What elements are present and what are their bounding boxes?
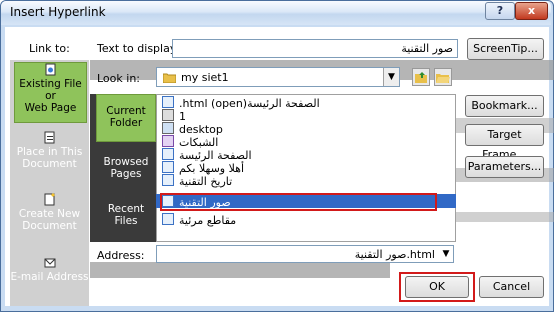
up-folder-button[interactable] <box>412 68 430 86</box>
document-anchor-icon <box>44 131 54 144</box>
close-button[interactable]: x <box>515 2 548 20</box>
list-item[interactable]: الصفحة الرئيسة <box>162 148 252 162</box>
nav-browsed-pages[interactable]: Browsed Pages <box>96 156 156 180</box>
shading-band <box>90 262 390 278</box>
html-file-icon <box>162 148 174 160</box>
nav-current-line1: Current <box>106 105 146 117</box>
list-item[interactable]: تاريخ التقنية <box>162 174 233 188</box>
list-item[interactable]: مقاطع مرئية <box>162 213 237 227</box>
email-icon <box>44 258 55 268</box>
list-item[interactable]: الشبكات <box>162 135 218 149</box>
nav-recent-files[interactable]: Recent Files <box>96 203 156 227</box>
list-item[interactable]: 1 <box>162 109 186 123</box>
address-label: Address: <box>97 249 145 262</box>
dialog-title: Insert Hyperlink <box>10 5 106 19</box>
folder-icon <box>163 73 176 83</box>
link-create-line1: Create New <box>18 208 81 220</box>
link-create-line2: Document <box>22 220 77 232</box>
nav-current-line2: Folder <box>109 117 143 129</box>
address-value: صور التقنية.html <box>354 248 435 261</box>
open-folder-icon <box>436 74 450 83</box>
link-existing-file[interactable]: Existing File or Web Page <box>14 62 87 123</box>
list-item[interactable]: .html (open)الصفحة الرئيسة <box>162 96 320 110</box>
shortcut-icon <box>162 122 174 134</box>
document-icon <box>162 135 174 147</box>
highlight-box <box>399 272 475 302</box>
link-to-label: Link to: <box>29 42 70 55</box>
file-name: تاريخ التقنية <box>179 175 233 188</box>
file-name: مقاطع مرئية <box>179 214 237 227</box>
text-to-display-label: Text to display: <box>97 42 179 55</box>
link-existing-line1: Existing File or <box>19 78 82 102</box>
link-email-line1: E-mail Address <box>10 271 89 283</box>
highlight-box <box>160 193 437 211</box>
link-place-line2: Document <box>22 158 77 170</box>
target-frame-button[interactable]: Target Frame... <box>465 124 544 161</box>
list-item[interactable]: desktop <box>162 122 223 136</box>
up-folder-icon <box>415 72 427 83</box>
html-file-icon <box>162 213 174 225</box>
chevron-down-icon[interactable]: ▼ <box>383 68 399 86</box>
text-to-display-input[interactable]: صور التقنية <box>172 39 458 58</box>
nav-current-folder[interactable]: Current Folder <box>96 94 156 142</box>
new-document-icon <box>44 193 55 206</box>
link-place-line1: Place in This <box>16 146 83 158</box>
text-to-display-label-text: Text to display: <box>97 42 180 55</box>
text-to-display-value: صور التقنية <box>401 42 453 55</box>
link-existing-line2: Web Page <box>24 102 77 114</box>
image-file-icon <box>162 109 174 121</box>
look-in-label: Look in: <box>97 72 140 85</box>
look-in-value: my siet1 <box>181 71 229 84</box>
link-email-address[interactable]: E-mail Address <box>10 256 89 283</box>
link-create-new-document[interactable]: Create New Document <box>10 193 89 232</box>
file-name: .html (open)الصفحة الرئيسة <box>179 97 320 110</box>
nav-browsed-line2: Pages <box>110 168 142 180</box>
address-input[interactable]: صور التقنية.html ▼ <box>156 245 454 263</box>
html-file-icon <box>162 96 174 108</box>
nav-browsed-line1: Browsed <box>103 156 149 168</box>
parameters-button[interactable]: Parameters... <box>465 156 544 178</box>
cancel-button[interactable]: Cancel <box>479 276 544 298</box>
html-file-icon <box>162 174 174 186</box>
nav-recent-line1: Recent <box>107 203 145 215</box>
nav-recent-line2: Files <box>114 215 138 227</box>
look-in-select[interactable]: my siet1 ▼ <box>156 67 400 87</box>
bookmark-button[interactable]: Bookmark... <box>465 95 544 117</box>
globe-page-icon <box>45 63 55 76</box>
browse-folder-button[interactable] <box>434 68 452 86</box>
help-button[interactable]: ? <box>485 2 515 20</box>
link-place-in-document[interactable]: Place in This Document <box>10 131 89 170</box>
chevron-down-icon[interactable]: ▼ <box>439 246 453 262</box>
screentip-button[interactable]: ScreenTip... <box>467 38 544 60</box>
html-file-icon <box>162 161 174 173</box>
list-item[interactable]: أهلا وسهلا بكم <box>162 161 244 175</box>
